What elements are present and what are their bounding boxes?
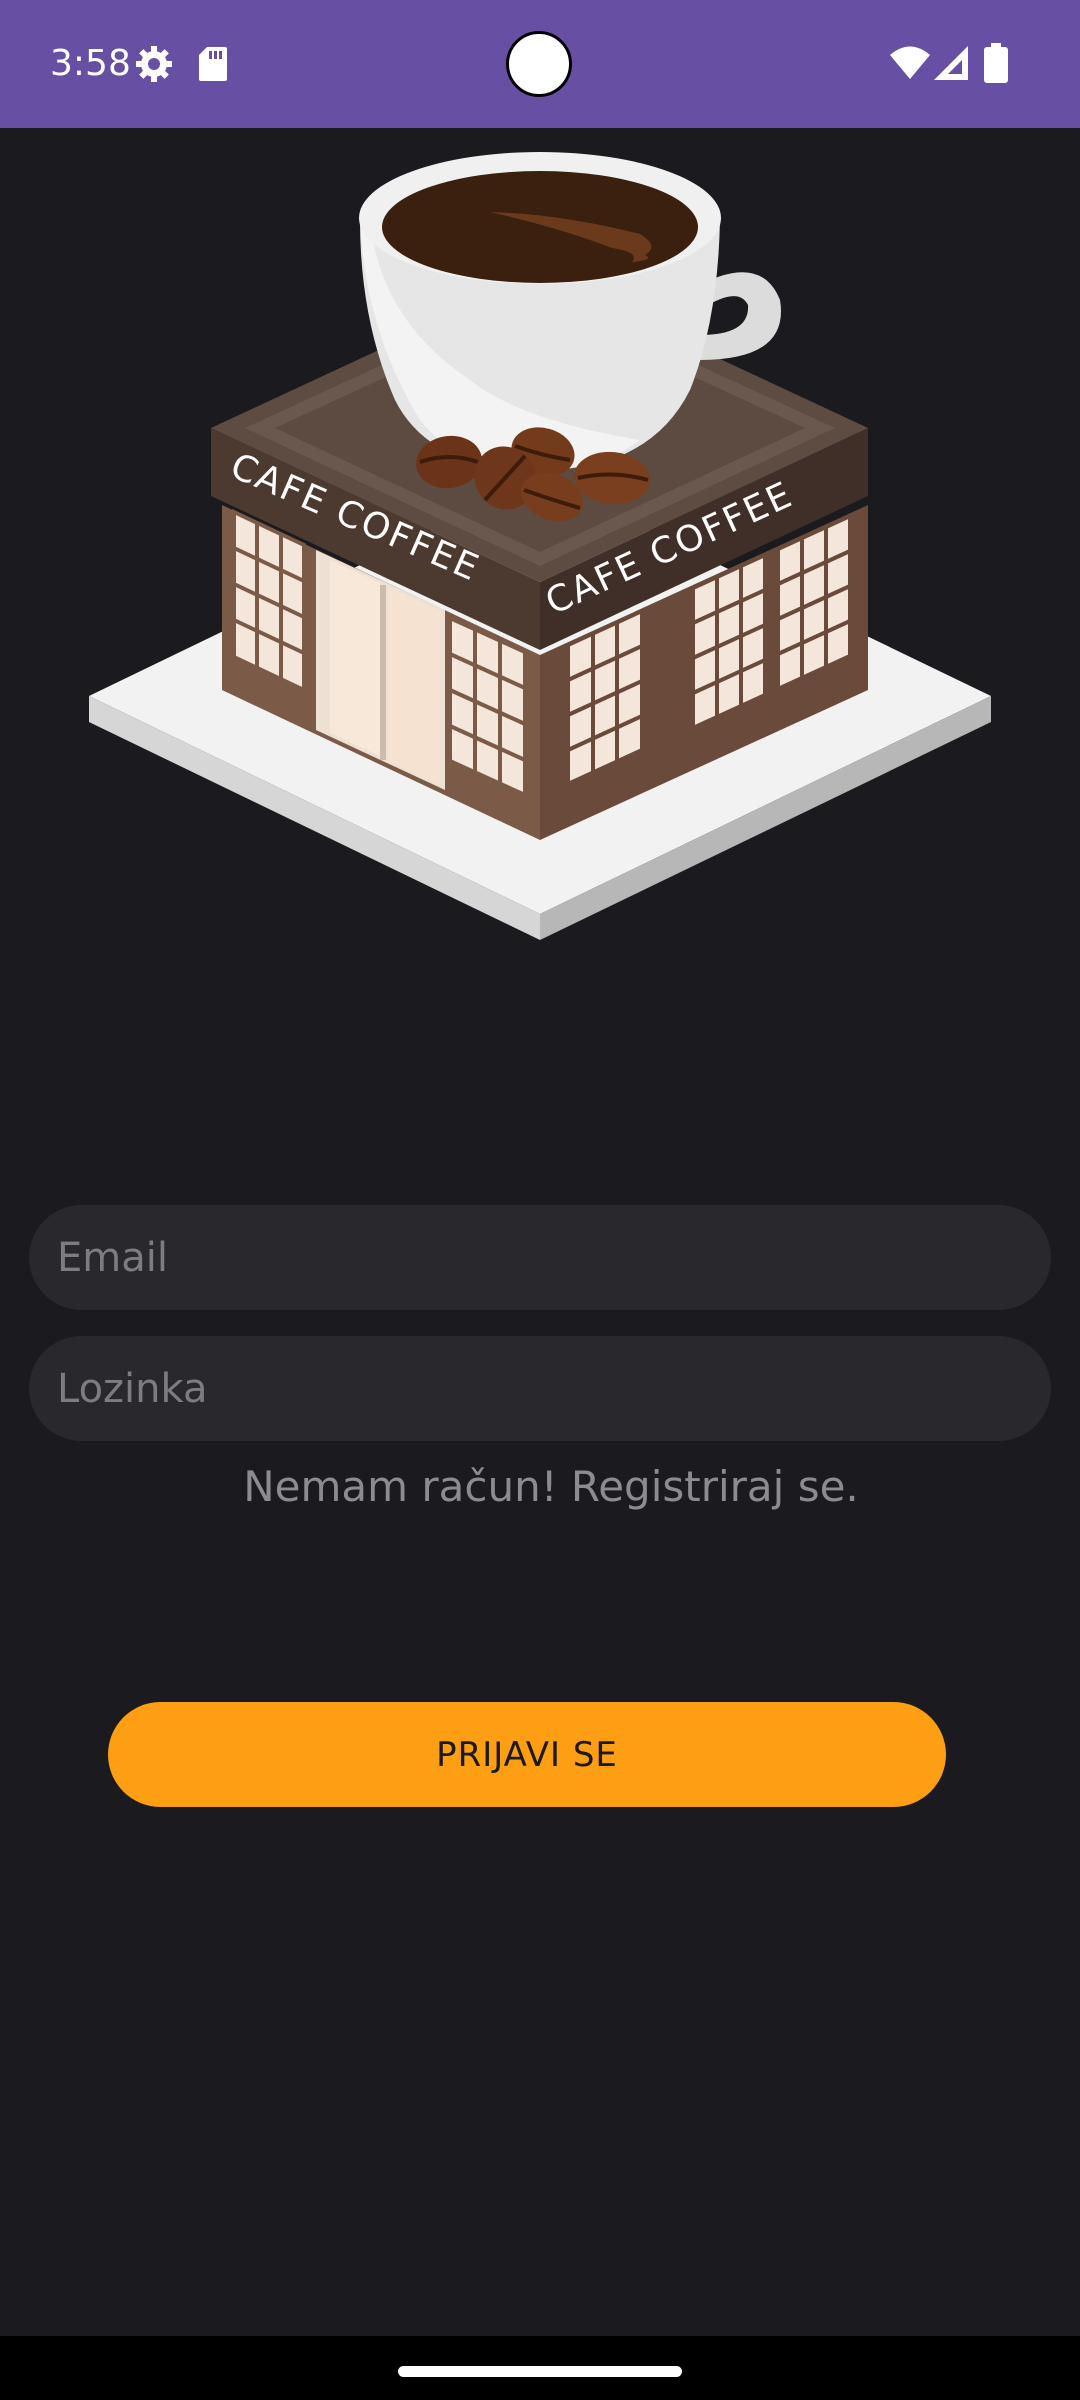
battery-icon (984, 43, 1008, 83)
login-screen: 3:58 CAFE COFFEE CAFE COFFEE Email Nemam… (0, 0, 1080, 2400)
email-input[interactable] (55, 1204, 1051, 1311)
camera-cutout (506, 31, 572, 97)
register-link[interactable]: Nemam račun! Registriraj se. (0, 1462, 1080, 1511)
password-input[interactable] (55, 1335, 1051, 1442)
status-bar: 3:58 (0, 0, 1080, 128)
sd-card-icon (199, 47, 227, 81)
login-button[interactable]: PRIJAVI SE (108, 1702, 946, 1807)
status-time: 3:58 (50, 43, 131, 84)
home-indicator[interactable] (398, 2366, 682, 2377)
cafe-coffee-illustration: CAFE COFFEE CAFE COFFEE (89, 152, 991, 940)
cellular-signal-icon (934, 46, 968, 80)
email-field[interactable] (29, 1204, 1051, 1311)
password-field[interactable] (29, 1335, 1051, 1442)
settings-gear-icon (136, 46, 172, 82)
wifi-icon (890, 46, 930, 79)
